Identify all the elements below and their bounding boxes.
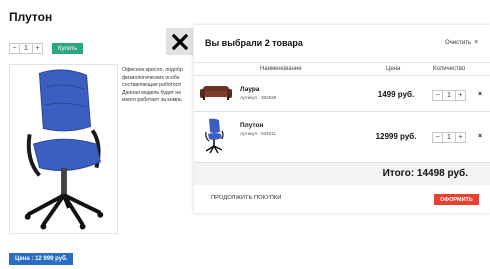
cart-row: Лаура Артикул : 382638 1499 руб. − 1 + ×: [194, 76, 490, 112]
cart-modal: Вы выбрали 2 товара Очистить × Наименова…: [194, 25, 490, 213]
cart-table-header: Наименование Цена Количество: [194, 62, 490, 76]
price-badge: Цена : 12 999 руб.: [9, 253, 74, 265]
product-description: Офисное кресло, подобр физиологических о…: [122, 67, 183, 104]
cart-title: Вы выбрали 2 товара: [205, 38, 303, 48]
remove-item-icon[interactable]: ×: [478, 91, 482, 98]
product-quantity-row: − 1 + Купить: [9, 43, 83, 54]
item-qty-minus-button[interactable]: −: [432, 90, 443, 101]
item-sku: Артикул : 634011: [240, 131, 276, 136]
product-title: Плутон: [9, 10, 53, 24]
item-qty-input[interactable]: 1: [443, 90, 455, 101]
clear-cart-button[interactable]: Очистить ×: [445, 39, 478, 46]
item-qty-minus-button[interactable]: −: [432, 132, 443, 143]
cart-row: Плутон Артикул : 634011 12999 руб. − 1 +…: [194, 112, 490, 163]
checkout-button[interactable]: ОФОРМИТЬ: [434, 194, 479, 205]
office-chair-icon[interactable]: [204, 118, 224, 159]
cart-total-bar: Итого: 14498 руб.: [194, 163, 490, 185]
sofa-icon[interactable]: [200, 84, 232, 105]
office-chair-image: [24, 69, 104, 230]
item-qty-input[interactable]: 1: [443, 132, 455, 143]
item-name[interactable]: Плутон: [240, 122, 263, 129]
buy-button[interactable]: Купить: [52, 43, 83, 54]
item-sku: Артикул : 382638: [240, 95, 277, 100]
item-qty-plus-button[interactable]: +: [455, 132, 466, 143]
item-price: 1499 руб.: [377, 90, 415, 99]
item-price: 12999 руб.: [375, 132, 417, 141]
qty-input[interactable]: 1: [20, 43, 32, 54]
qty-minus-button[interactable]: −: [9, 43, 20, 54]
item-name[interactable]: Лаура: [240, 86, 259, 93]
continue-shopping-button[interactable]: ПРОДОЛЖИТЬ ПОКУПКИ: [211, 195, 281, 201]
modal-close-button[interactable]: [166, 28, 193, 55]
column-name: Наименование: [260, 66, 302, 72]
item-qty-plus-button[interactable]: +: [455, 90, 466, 101]
item-quantity-stepper: − 1 +: [432, 132, 466, 143]
clear-icon: ×: [474, 39, 479, 46]
clear-cart-label: Очистить: [445, 39, 472, 46]
column-price: Цена: [386, 66, 401, 72]
remove-item-icon[interactable]: ×: [478, 133, 482, 140]
column-quantity: Количество: [433, 66, 466, 72]
item-quantity-stepper: − 1 +: [432, 90, 466, 101]
cart-total: Итого: 14498 руб.: [382, 168, 468, 179]
product-photo[interactable]: [9, 64, 118, 234]
qty-plus-button[interactable]: +: [32, 43, 43, 54]
close-icon: [171, 33, 188, 50]
